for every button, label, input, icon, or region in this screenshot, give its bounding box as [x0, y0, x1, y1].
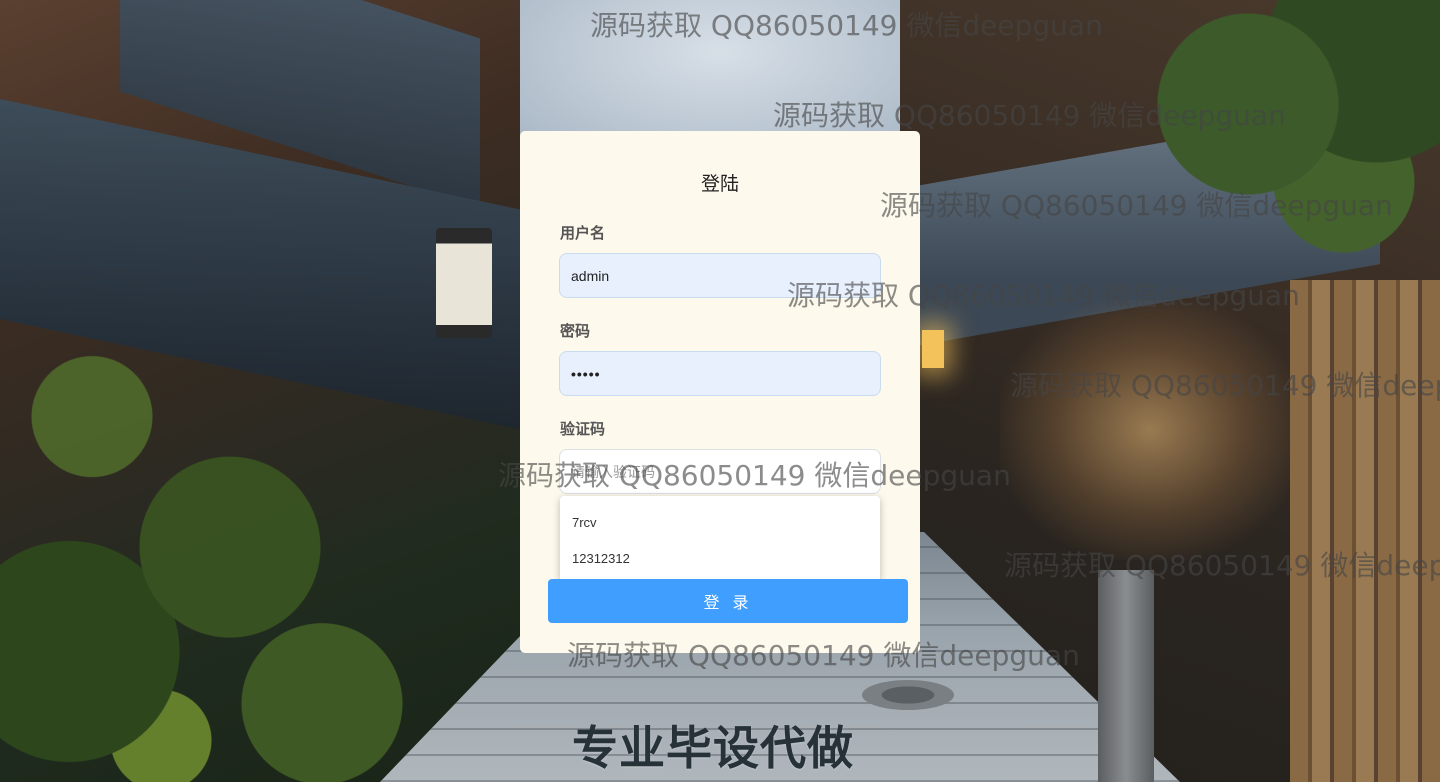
background-manhole — [862, 680, 954, 710]
username-value: admin — [571, 267, 610, 284]
captcha-label: 验证码 — [560, 420, 606, 438]
password-value: ••••• — [571, 365, 601, 382]
background-lamp — [922, 330, 944, 368]
login-card: 登陆 用户名 admin 密码 ••••• 验证码 请输入验证码 7rcv 12… — [520, 131, 920, 653]
background-warm-light — [1000, 300, 1300, 560]
promo-banner-text: 专业毕设代做 — [572, 721, 854, 775]
password-input[interactable]: ••••• — [559, 351, 881, 396]
background-lantern — [436, 228, 492, 338]
captcha-placeholder: 请输入验证码 — [571, 463, 655, 480]
autocomplete-dropdown: 7rcv 12312312 — [560, 496, 880, 583]
autocomplete-option[interactable]: 7rcv — [572, 515, 597, 530]
captcha-input[interactable]: 请输入验证码 — [559, 449, 881, 494]
username-input[interactable]: admin — [559, 253, 881, 298]
password-label: 密码 — [560, 322, 591, 340]
login-button[interactable]: 登 录 — [548, 579, 908, 623]
username-label: 用户名 — [560, 224, 606, 242]
login-title: 登陆 — [700, 173, 739, 195]
background-vines — [0, 260, 460, 782]
autocomplete-option[interactable]: 12312312 — [572, 551, 630, 566]
background-tree — [1120, 0, 1440, 260]
background-stone-post — [1098, 570, 1154, 782]
background-bamboo-fence — [1290, 280, 1440, 782]
